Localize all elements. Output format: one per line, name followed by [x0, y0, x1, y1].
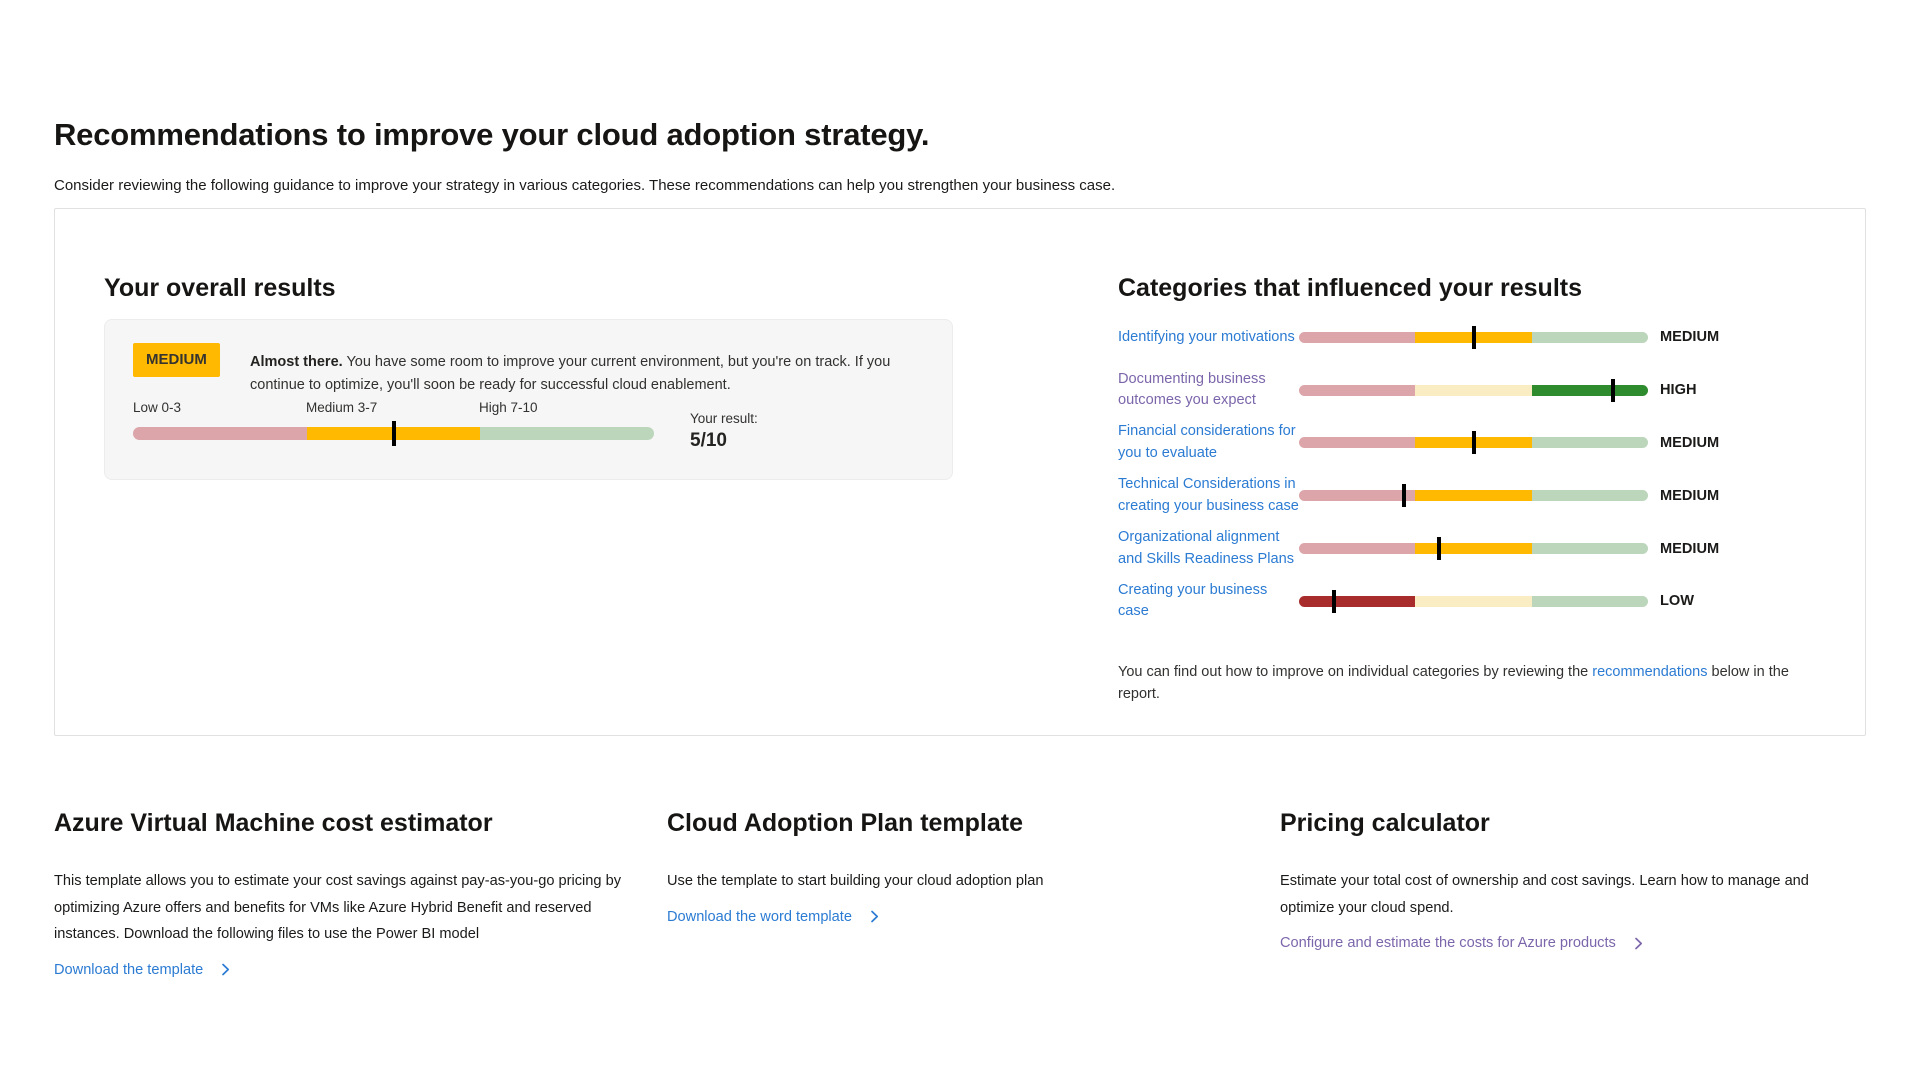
overall-summary-text: You have some room to improve your curre…: [250, 354, 890, 393]
resource-card: Pricing calculator Estimate your total c…: [1280, 806, 1835, 952]
category-bar: [1299, 490, 1648, 501]
category-link[interactable]: Creating your business case: [1118, 580, 1299, 623]
category-segment-high: [1532, 543, 1648, 554]
footnote-text-before: You can find out how to improve on indiv…: [1118, 664, 1592, 680]
category-segment-high: [1532, 596, 1648, 607]
category-segment-low: [1299, 596, 1415, 607]
category-score-marker: [1402, 484, 1406, 507]
category-segment-medium: [1415, 543, 1531, 554]
category-link[interactable]: Technical Considerations in creating you…: [1118, 474, 1299, 517]
resource-heading: Cloud Adoption Plan template: [667, 806, 1147, 840]
resource-card: Cloud Adoption Plan template Use the tem…: [667, 806, 1147, 926]
category-level-label: HIGH: [1660, 382, 1719, 398]
result-label: Your result:: [690, 411, 758, 426]
category-link[interactable]: Documenting business outcomes you expect: [1118, 369, 1299, 412]
page-subtitle: Consider reviewing the following guidanc…: [54, 177, 1454, 194]
category-segment-high: [1532, 385, 1648, 396]
overall-summary: Almost there. You have some room to impr…: [250, 351, 910, 397]
overall-summary-lead: Almost there.: [250, 354, 343, 370]
resource-link-label: Download the template: [54, 962, 203, 978]
resource-card: Azure Virtual Machine cost estimator Thi…: [54, 806, 639, 979]
gauge-segment-high: [480, 427, 654, 440]
category-row: Creating your business case LOW: [1118, 575, 1719, 628]
category-row: Financial considerations for you to eval…: [1118, 417, 1719, 470]
category-segment-medium: [1415, 596, 1531, 607]
category-segment-medium: [1415, 385, 1531, 396]
resource-description: Use the template to start building your …: [667, 868, 1147, 895]
category-segment-low: [1299, 332, 1415, 343]
results-card: Your overall results MEDIUM Almost there…: [54, 208, 1866, 736]
resource-link[interactable]: Download the template: [54, 962, 232, 978]
category-link[interactable]: Organizational alignment and Skills Read…: [1118, 527, 1299, 570]
category-level-label: LOW: [1660, 593, 1719, 609]
category-segment-high: [1532, 490, 1648, 501]
categories-footnote: You can find out how to improve on indiv…: [1118, 661, 1818, 705]
scale-label-high: High 7-10: [479, 400, 538, 415]
category-segment-high: [1532, 332, 1648, 343]
resource-link-label: Download the word template: [667, 909, 852, 925]
overall-results-panel: MEDIUM Almost there. You have some room …: [104, 319, 953, 480]
category-row: Organizational alignment and Skills Read…: [1118, 522, 1719, 575]
category-row: Identifying your motivations MEDIUM: [1118, 311, 1719, 364]
scale-label-medium: Medium 3-7: [306, 400, 377, 415]
category-bar: [1299, 543, 1648, 554]
categories-heading: Categories that influenced your results: [1118, 272, 1582, 305]
category-row: Technical Considerations in creating you…: [1118, 469, 1719, 522]
resource-link[interactable]: Download the word template: [667, 909, 881, 925]
category-segment-low: [1299, 437, 1415, 448]
gauge-segment-low: [133, 427, 307, 440]
category-level-label: MEDIUM: [1660, 541, 1719, 557]
category-link[interactable]: Identifying your motivations: [1118, 327, 1299, 349]
category-score-marker: [1611, 379, 1615, 402]
category-level-label: MEDIUM: [1660, 488, 1719, 504]
category-rows: Identifying your motivations MEDIUM Docu…: [1118, 311, 1719, 628]
category-score-marker: [1437, 537, 1441, 560]
category-segment-low: [1299, 543, 1415, 554]
category-segment-medium: [1415, 490, 1531, 501]
category-level-label: MEDIUM: [1660, 435, 1719, 451]
result-value: 5/10: [690, 430, 727, 452]
category-score-marker: [1332, 590, 1336, 613]
category-row: Documenting business outcomes you expect…: [1118, 364, 1719, 417]
resource-description: Estimate your total cost of ownership an…: [1280, 868, 1835, 921]
category-segment-low: [1299, 385, 1415, 396]
overall-level-badge: MEDIUM: [133, 343, 220, 377]
resource-description: This template allows you to estimate you…: [54, 868, 639, 948]
overall-gauge: [133, 427, 654, 440]
resource-heading: Pricing calculator: [1280, 806, 1835, 840]
chevron-right-icon: [868, 910, 881, 923]
chevron-right-icon: [1632, 937, 1645, 950]
page-title: Recommendations to improve your cloud ad…: [54, 117, 1454, 153]
overall-results-heading: Your overall results: [104, 272, 336, 305]
category-segment-low: [1299, 490, 1415, 501]
overall-score-marker: [392, 421, 396, 446]
resource-link[interactable]: Configure and estimate the costs for Azu…: [1280, 935, 1645, 951]
category-score-marker: [1472, 326, 1476, 349]
category-score-marker: [1472, 431, 1476, 454]
recommendations-link[interactable]: recommendations: [1592, 664, 1707, 680]
category-bar: [1299, 332, 1648, 343]
resource-link-label: Configure and estimate the costs for Azu…: [1280, 935, 1616, 951]
category-segment-high: [1532, 437, 1648, 448]
category-bar: [1299, 437, 1648, 448]
category-link[interactable]: Financial considerations for you to eval…: [1118, 421, 1299, 464]
resource-heading: Azure Virtual Machine cost estimator: [54, 806, 639, 840]
category-bar: [1299, 596, 1648, 607]
category-bar: [1299, 385, 1648, 396]
category-level-label: MEDIUM: [1660, 329, 1719, 345]
chevron-right-icon: [219, 963, 232, 976]
scale-label-low: Low 0-3: [133, 400, 181, 415]
